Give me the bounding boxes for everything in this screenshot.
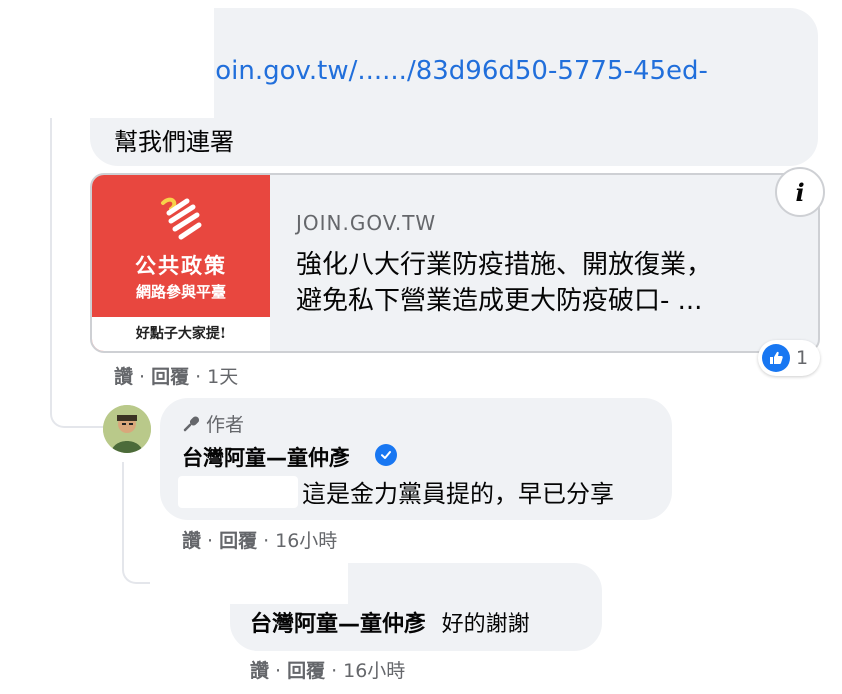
thumb-title: 公共政策 (135, 254, 227, 278)
reply-text: 好的謝謝 (441, 612, 530, 637)
timestamp[interactable]: 16小時 (275, 530, 337, 552)
author-badge-label: 作者 (206, 414, 245, 436)
preview-title-line-2: 避免私下營業造成更大防疫破口- ... (296, 286, 703, 316)
thumbs-up-icon (762, 344, 790, 372)
petition-link[interactable]: join.gov.tw/....../83d96d50-5775-45ed- (208, 52, 708, 90)
author-badge: 作者 (182, 410, 244, 437)
separator-dot: · (263, 530, 270, 552)
reply-button[interactable]: 回覆 (287, 660, 325, 682)
separator-dot: · (331, 660, 338, 682)
redacted-area (0, 0, 214, 118)
like-button[interactable]: 讚 (114, 366, 133, 388)
preview-domain: JOIN.GOV.TW (296, 211, 437, 235)
author-name[interactable]: 台灣阿童—童仲彥 (182, 442, 350, 472)
separator-dot: · (207, 530, 214, 552)
separator-dot: · (195, 366, 202, 388)
separator-dot: · (139, 366, 146, 388)
timestamp[interactable]: 1天 (207, 366, 238, 388)
preview-title: 強化八大行業防疫措施、開放復業， 避免私下營業造成更大防疫破口- ... (296, 247, 796, 319)
reply-actions: 讚 · 回覆 · 16小時 (182, 526, 337, 553)
hand-logo-icon (161, 197, 202, 240)
preview-thumbnail: 公共政策 網路參與平臺 好點子大家提! (92, 175, 270, 351)
like-button[interactable]: 讚 (250, 660, 269, 682)
preview-title-line-1: 強化八大行業防疫措施、開放復業， (296, 250, 713, 280)
reply-button[interactable]: 回覆 (151, 366, 189, 388)
reply-text: 這是金力黨員提的，早已分享 (302, 480, 614, 508)
author-name[interactable]: 台灣阿童—童仲彥 (250, 612, 426, 637)
like-button[interactable]: 讚 (182, 530, 201, 552)
microphone-icon (183, 415, 200, 431)
redacted-area (150, 558, 348, 604)
avatar-image (103, 405, 151, 453)
info-icon[interactable]: i (775, 167, 825, 217)
reaction-summary[interactable]: 1 (758, 340, 821, 376)
thumb-subtitle: 網路參與平臺 (135, 283, 226, 301)
verified-badge-icon (375, 444, 397, 466)
reply-actions: 讚 · 回覆 · 16小時 (250, 656, 405, 683)
redacted-mention (178, 476, 298, 508)
reply-text-line: 台灣阿童—童仲彥 好的謝謝 (250, 606, 530, 638)
reaction-count: 1 (796, 347, 809, 369)
timestamp[interactable]: 16小時 (343, 660, 405, 682)
separator-dot: · (275, 660, 282, 682)
link-preview-card[interactable]: 公共政策 網路參與平臺 好點子大家提! JOIN.GOV.TW 強化八大行業防疫… (90, 173, 820, 353)
comment-actions: 讚 · 回覆 · 1天 (114, 362, 238, 389)
reply-button[interactable]: 回覆 (219, 530, 257, 552)
avatar[interactable] (103, 405, 151, 453)
comment-text: 幫我們連署 (114, 128, 234, 156)
thumb-tagline: 好點子大家提! (92, 317, 270, 351)
